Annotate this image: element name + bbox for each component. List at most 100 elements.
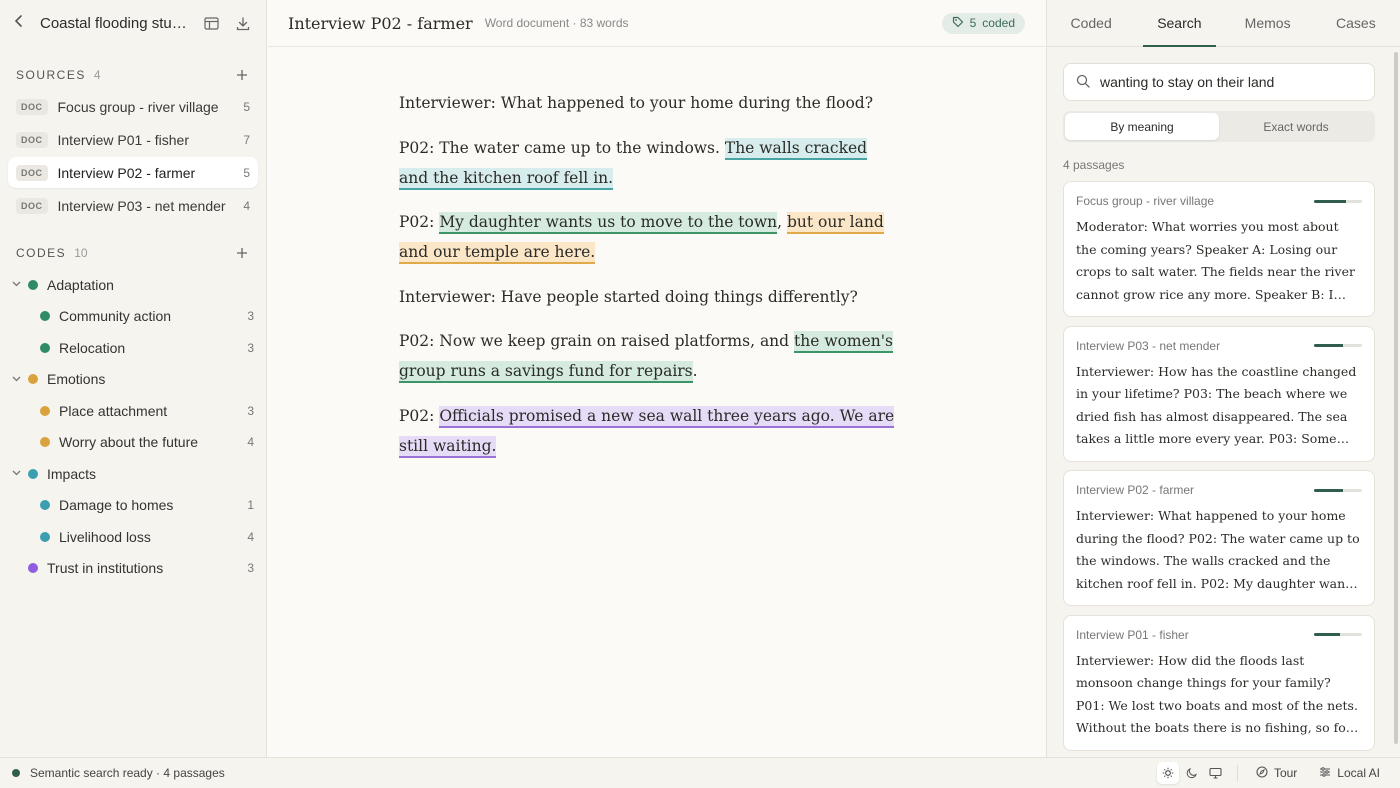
code-color-dot bbox=[28, 563, 38, 574]
result-source: Focus group - river village bbox=[1076, 194, 1215, 208]
source-count: 7 bbox=[243, 132, 250, 147]
code-item-trust-institutions[interactable]: Trust in institutions 3 bbox=[0, 553, 266, 585]
table-view-icon[interactable] bbox=[200, 13, 222, 35]
coded-segment[interactable]: My daughter wants us to move to the town bbox=[439, 212, 778, 234]
paragraph: P02: Now we keep grain on raised platfor… bbox=[399, 326, 899, 386]
result-card[interactable]: Interview P03 - net mender Interviewer: … bbox=[1063, 325, 1375, 462]
scrollbar[interactable] bbox=[1394, 52, 1398, 744]
code-name: Emotions bbox=[47, 371, 106, 388]
mode-exact-words[interactable]: Exact words bbox=[1219, 113, 1373, 140]
result-card[interactable]: Interview P01 - fisher Interviewer: How … bbox=[1063, 614, 1375, 751]
source-count: 5 bbox=[243, 165, 250, 180]
doc-badge: DOC bbox=[16, 98, 48, 115]
code-item-worry-future[interactable]: Worry about the future 4 bbox=[0, 427, 266, 459]
sources-list: DOC Focus group - river village 5 DOC In… bbox=[0, 91, 266, 221]
code-color-dot bbox=[40, 405, 50, 416]
code-color-dot bbox=[40, 342, 50, 353]
doc-badge: DOC bbox=[16, 164, 48, 181]
code-item-place-attachment[interactable]: Place attachment 3 bbox=[0, 395, 266, 427]
codes-header: CODES 10 bbox=[0, 241, 266, 265]
code-name: Adaptation bbox=[47, 276, 114, 293]
code-count: 3 bbox=[247, 561, 254, 576]
document-header: Interview P02 - farmer Word document · 8… bbox=[268, 0, 1045, 47]
tab-memos[interactable]: Memos bbox=[1224, 0, 1312, 46]
sources-header: SOURCES 4 bbox=[0, 63, 266, 87]
source-name: Interview P02 - farmer bbox=[57, 164, 196, 181]
add-source-icon[interactable] bbox=[236, 65, 250, 86]
code-item-livelihood-loss[interactable]: Livelihood loss 4 bbox=[0, 521, 266, 553]
chevron-down-icon[interactable] bbox=[12, 279, 24, 290]
sun-icon[interactable] bbox=[1156, 762, 1179, 784]
back-chevron-icon[interactable] bbox=[14, 14, 30, 33]
tour-button[interactable]: Tour bbox=[1248, 765, 1305, 781]
codes-tree: Adaptation Community action 3 Relocation… bbox=[0, 269, 266, 584]
code-name: Place attachment bbox=[59, 402, 168, 419]
paragraph-text: , bbox=[777, 213, 787, 231]
moon-icon[interactable] bbox=[1181, 762, 1203, 784]
code-count: 1 bbox=[247, 498, 254, 513]
add-code-icon[interactable] bbox=[236, 243, 250, 264]
result-text: Moderator: What worries you most about t… bbox=[1076, 219, 1355, 302]
source-item-active[interactable]: DOC Interview P02 - farmer 5 bbox=[8, 157, 258, 188]
compass-icon bbox=[1256, 765, 1268, 781]
sidebar: Coastal flooding study ... SOURCES 4 DOC… bbox=[0, 0, 267, 757]
tag-icon bbox=[952, 16, 964, 31]
code-count: 4 bbox=[247, 529, 254, 544]
mode-by-meaning[interactable]: By meaning bbox=[1065, 113, 1219, 140]
tab-search[interactable]: Search bbox=[1135, 0, 1223, 47]
chevron-down-icon[interactable] bbox=[12, 468, 24, 479]
code-color-dot bbox=[40, 531, 50, 542]
coded-badge[interactable]: 5 coded bbox=[941, 12, 1025, 34]
sliders-icon bbox=[1319, 766, 1331, 781]
code-name: Worry about the future bbox=[59, 434, 199, 451]
result-card[interactable]: Focus group - river village Moderator: W… bbox=[1063, 181, 1375, 317]
relevance-bar bbox=[1314, 633, 1362, 636]
coded-count: 5 bbox=[969, 16, 977, 30]
monitor-icon[interactable] bbox=[1205, 762, 1227, 784]
doc-badge: DOC bbox=[16, 131, 48, 148]
tab-cases[interactable]: Cases bbox=[1312, 0, 1400, 46]
sources-count: 4 bbox=[93, 68, 101, 82]
theme-switcher bbox=[1156, 762, 1227, 784]
source-item[interactable]: DOC Interview P03 - net mender 4 bbox=[8, 190, 258, 221]
code-group-emotions[interactable]: Emotions bbox=[0, 364, 266, 396]
document-pane: Interview P02 - farmer Word document · 8… bbox=[268, 0, 1045, 757]
paragraph: P02: My daughter wants us to move to the… bbox=[399, 207, 899, 267]
local-ai-button[interactable]: Local AI bbox=[1311, 766, 1388, 781]
code-color-dot bbox=[28, 468, 38, 479]
code-color-dot bbox=[40, 437, 50, 448]
code-item-relocation[interactable]: Relocation 3 bbox=[0, 332, 266, 364]
status-bar: Semantic search ready · 4 passages Tour bbox=[0, 757, 1400, 788]
right-panel: Coded Search Memos Cases wanting to stay… bbox=[1046, 0, 1400, 757]
download-icon[interactable] bbox=[232, 13, 254, 35]
code-name: Community action bbox=[59, 308, 172, 325]
code-item-damage-homes[interactable]: Damage to homes 1 bbox=[0, 490, 266, 522]
coded-segment[interactable]: Officials promised a new sea wall three … bbox=[399, 405, 895, 458]
code-group-adaptation[interactable]: Adaptation bbox=[0, 269, 266, 301]
paragraph: Interviewer: What happened to your home … bbox=[399, 88, 899, 118]
relevance-bar bbox=[1314, 344, 1362, 347]
paragraph-text: P02: Now we keep grain on raised platfor… bbox=[399, 332, 795, 350]
search-results: Focus group - river village Moderator: W… bbox=[1063, 181, 1375, 759]
code-count: 3 bbox=[247, 340, 254, 355]
result-source: Interview P02 - farmer bbox=[1076, 483, 1195, 497]
sidebar-header: Coastal flooding study ... bbox=[0, 0, 266, 47]
paragraph-text: P02: bbox=[399, 213, 440, 231]
code-item-community-action[interactable]: Community action 3 bbox=[0, 301, 266, 333]
code-color-dot bbox=[28, 279, 38, 290]
result-text: Interviewer: What happened to your home … bbox=[1076, 508, 1360, 591]
tab-coded[interactable]: Coded bbox=[1047, 0, 1135, 46]
document-body[interactable]: Interviewer: What happened to your home … bbox=[399, 88, 899, 475]
search-icon bbox=[1076, 74, 1090, 91]
search-query[interactable]: wanting to stay on their land bbox=[1100, 74, 1274, 90]
code-group-impacts[interactable]: Impacts bbox=[0, 458, 266, 490]
result-card[interactable]: Interview P02 - farmer Interviewer: What… bbox=[1063, 470, 1375, 606]
code-count: 3 bbox=[247, 403, 254, 418]
tour-label: Tour bbox=[1273, 766, 1298, 780]
passages-count: 4 passages bbox=[1063, 158, 1125, 172]
chevron-down-icon[interactable] bbox=[12, 374, 24, 385]
status-text: Semantic search ready · 4 passages bbox=[30, 766, 225, 780]
source-item[interactable]: DOC Interview P01 - fisher 7 bbox=[8, 124, 258, 155]
source-item[interactable]: DOC Focus group - river village 5 bbox=[8, 91, 258, 122]
search-input[interactable]: wanting to stay on their land bbox=[1063, 63, 1375, 101]
